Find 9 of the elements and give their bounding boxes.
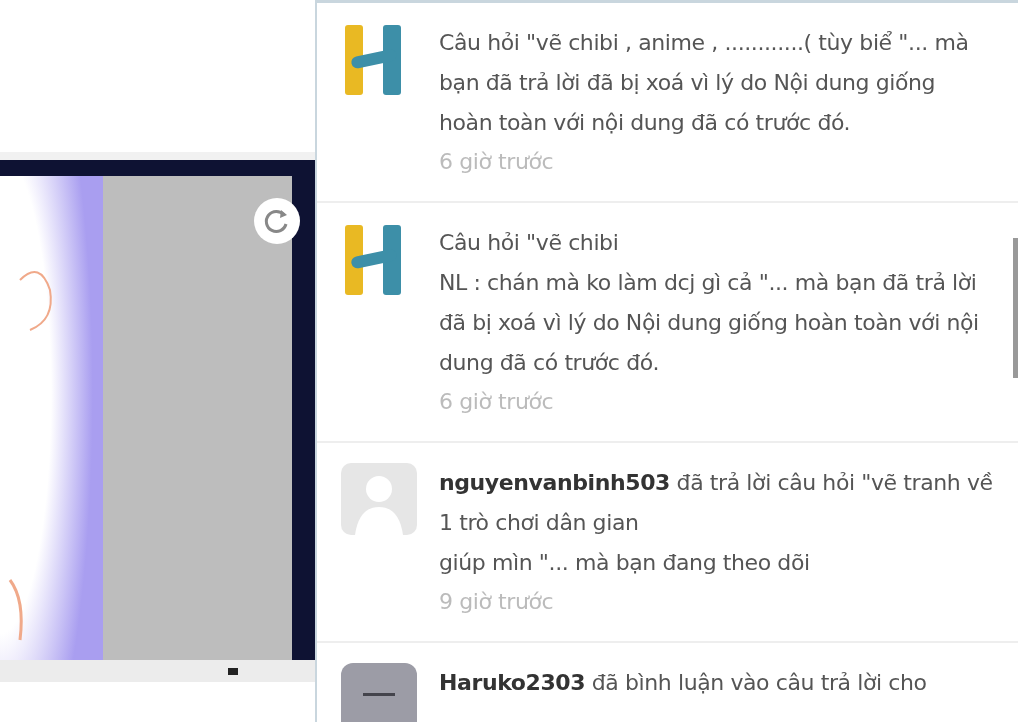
- notification-text[interactable]: Câu hỏi "vẽ chibi , anime , ............( tùy biể "... mà bạn đã trả lời đã bị xoá vì lý do Nội dung giống hoàn toàn với nội dung đã có trước đó.: [439, 23, 994, 143]
- notification-text[interactable]: nguyenvanbinh503 đã trả lời câu hỏi "vẽ tranh về 1 trò chơi dân gian giúp mìn "... mà bạn đang theo dõi: [439, 463, 994, 583]
- timestamp: 9 giờ trước: [439, 588, 555, 616]
- timestamp: 6 giờ trước: [439, 388, 555, 416]
- timestamp: 6 giờ trước: [439, 148, 555, 176]
- refresh-icon[interactable]: [254, 198, 300, 244]
- notification-text[interactable]: Câu hỏi "vẽ chibi NL : chán mà ko làm dcj gì cả "... mà bạn đã trả lời đã bị xoá vì lý do Nội dung giống hoàn toàn với nội dung đã có trước đó.: [439, 223, 994, 383]
- notification-text[interactable]: Haruko2303 đã bình luận vào câu trả lời cho: [439, 663, 927, 703]
- scrollbar[interactable]: [1013, 238, 1018, 378]
